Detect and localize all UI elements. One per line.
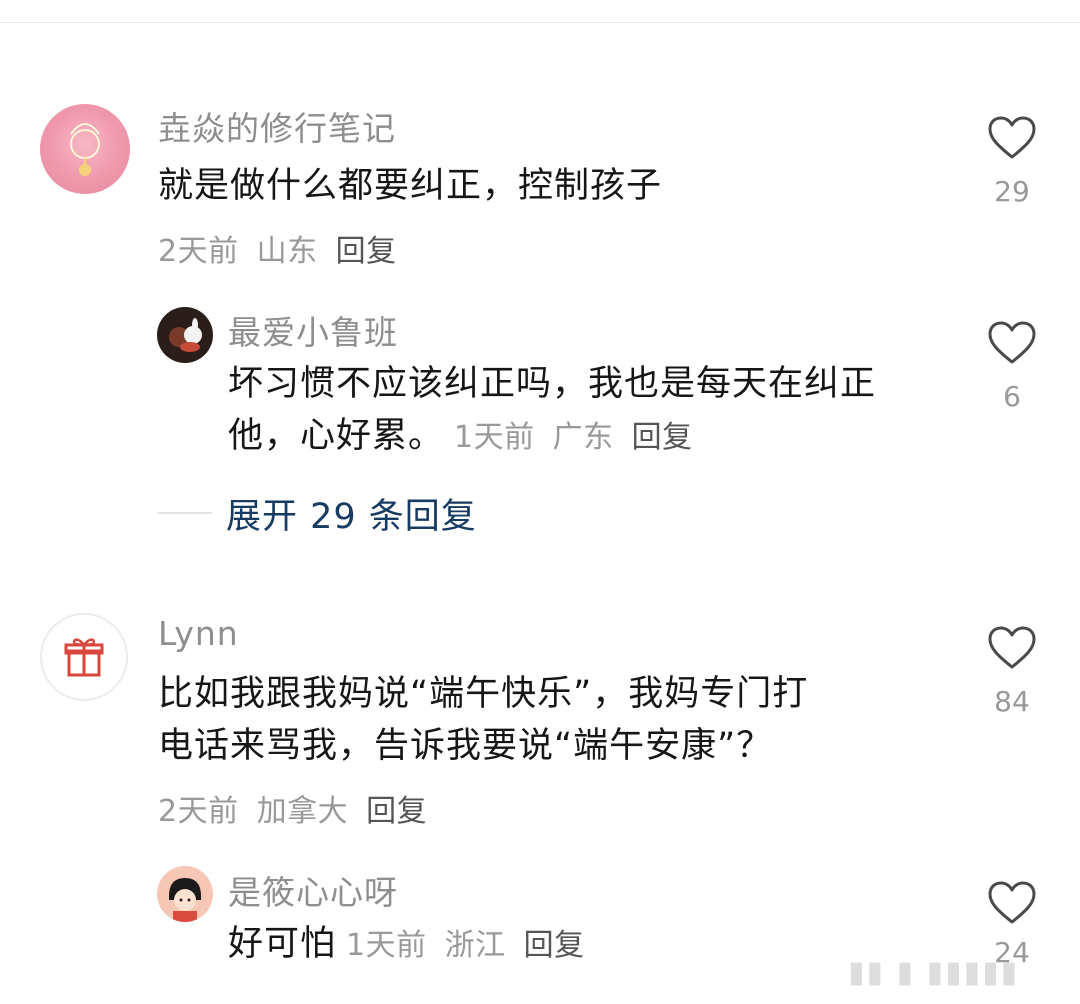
reply-time: 1天前	[346, 928, 427, 963]
reply-meta: 1天前 广东 回复	[454, 420, 693, 455]
avatar[interactable]	[157, 307, 213, 363]
comment-text-line: 比如我跟我妈说“端午快乐”，我妈专门打	[158, 674, 809, 714]
reply-location: 广东	[552, 420, 614, 455]
expand-replies-label[interactable]: 展开 29 条回复	[226, 488, 477, 539]
reply-button[interactable]: 回复	[632, 420, 693, 455]
like-count: 29	[994, 175, 1030, 208]
avatar[interactable]	[40, 104, 130, 194]
avatar[interactable]	[40, 613, 128, 701]
comment-time: 2天前	[158, 794, 239, 829]
heart-outline-icon	[988, 881, 1036, 924]
comment-text: 比如我跟我妈说“端午快乐”，我妈专门打 电话来骂我，告诉我要说“端午安康”？	[158, 668, 938, 772]
reply-location: 浙江	[444, 928, 506, 963]
reply-button[interactable]: 回复	[366, 794, 427, 829]
comment-text: 就是做什么都要纠正，控制孩子	[158, 166, 663, 206]
reply-button[interactable]: 回复	[524, 928, 585, 963]
comment-username[interactable]: Lynn	[158, 614, 239, 653]
reply-text-line: 好可怕	[228, 924, 337, 964]
heart-outline-icon	[988, 116, 1036, 159]
like-button[interactable]: 29	[982, 115, 1042, 208]
expand-divider	[158, 512, 212, 514]
reply-button[interactable]: 回复	[336, 234, 397, 269]
like-button[interactable]: 6	[982, 320, 1042, 413]
comment-text-line: 电话来骂我，告诉我要说“端午安康”？	[158, 726, 773, 766]
watermark-decoration: ▮▮ ▮ ▮▮▮▮▮	[848, 955, 1020, 990]
avatar-character-icon	[169, 318, 202, 352]
top-divider	[0, 22, 1080, 23]
comment-meta: 2天前 山东 回复	[158, 226, 397, 270]
comment-username[interactable]: 垚焱的修行笔记	[158, 102, 396, 150]
comment-location: 加拿大	[256, 794, 349, 829]
avatar-emblem-icon	[70, 123, 100, 176]
avatar-cartoon-girl-icon	[169, 878, 201, 922]
reply-text-line: 坏习惯不应该纠正吗，我也是每天在纠正	[228, 364, 877, 404]
heart-outline-icon	[988, 321, 1036, 364]
avatar[interactable]	[157, 866, 213, 922]
like-button[interactable]: 84	[982, 625, 1042, 718]
reply-username[interactable]: 是筱心心呀	[228, 866, 398, 914]
like-count: 84	[994, 685, 1030, 718]
comment-time: 2天前	[158, 234, 239, 269]
reply-text: 坏习惯不应该纠正吗，我也是每天在纠正 他，心好累。 1天前 广东 回复	[228, 358, 968, 464]
heart-outline-icon	[988, 626, 1036, 669]
gift-icon	[64, 638, 104, 677]
comment-location: 山东	[256, 234, 318, 269]
reply-text: 好可怕 1天前 浙江 回复	[228, 918, 585, 972]
expand-replies-button[interactable]: 展开 29 条回复	[158, 488, 477, 538]
comment-meta: 2天前 加拿大 回复	[158, 786, 427, 830]
like-count: 6	[1003, 380, 1021, 413]
reply-meta: 1天前 浙江 回复	[346, 928, 585, 963]
reply-username[interactable]: 最爱小鲁班	[228, 306, 398, 354]
reply-text-line: 他，心好累。	[228, 416, 445, 456]
reply-time: 1天前	[454, 420, 535, 455]
